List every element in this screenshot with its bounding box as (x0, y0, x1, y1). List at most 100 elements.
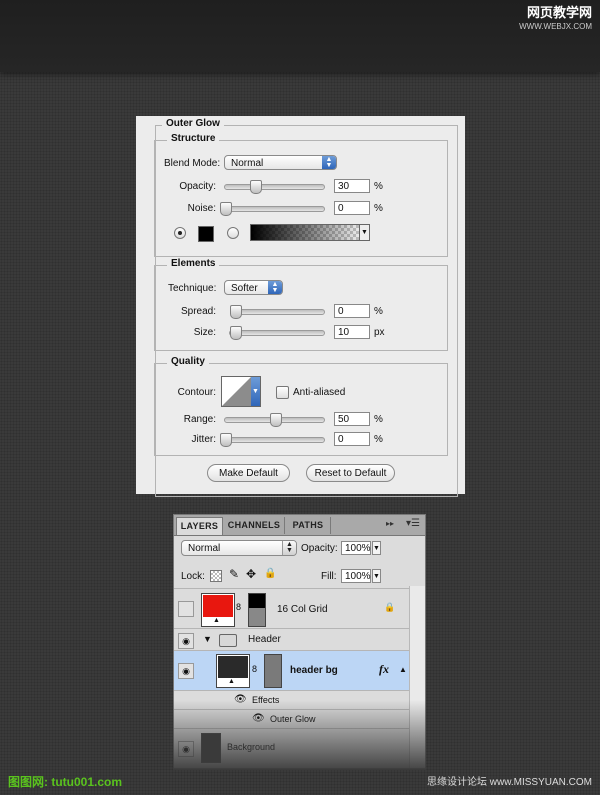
jitter-slider[interactable] (220, 433, 325, 447)
technique-select[interactable]: Softer ▲ ▼ (224, 280, 283, 295)
tab-layers[interactable]: LAYERS (176, 517, 223, 535)
technique-label: Technique: (168, 283, 217, 294)
tab-channels[interactable]: CHANNELS (224, 517, 285, 534)
range-label: Range: (183, 414, 216, 425)
layer-blend-mode-value: Normal (188, 543, 221, 554)
opacity-slider-thumb[interactable] (249, 180, 262, 194)
panel-menu-icon[interactable]: ▾☰ (406, 518, 420, 529)
outer-glow-title: Outer Glow (162, 118, 224, 129)
size-input[interactable]: 10 (334, 325, 370, 339)
watermark-bottom-left: 图图网: tutu001.com (8, 775, 123, 789)
layer-blend-mode-select[interactable]: Normal ▲ ▼ (181, 540, 297, 556)
noise-slider[interactable] (220, 202, 325, 216)
gradient-picker[interactable]: ▼ (250, 224, 370, 241)
tab-paths[interactable]: PATHS (286, 517, 331, 534)
layer-mask-thumbnail (264, 654, 282, 688)
watermark-top-right: 网页教学网 WWW.WEBJX.COM (519, 6, 592, 34)
panel-tabs: LAYERS CHANNELS PATHS ▸▸ ▾☰ (174, 515, 425, 536)
folder-icon (219, 634, 237, 647)
fill-input[interactable]: 100% (341, 569, 371, 583)
layer-name: Background (227, 742, 276, 752)
spread-input[interactable]: 0 (334, 304, 370, 318)
blend-mode-select[interactable]: Normal ▲ ▼ (224, 155, 337, 170)
jitter-label: Jitter: (191, 434, 216, 445)
range-input[interactable]: 50 (334, 412, 370, 426)
structure-legend: Structure (167, 133, 220, 144)
glow-color-swatch[interactable] (198, 226, 214, 242)
dark-color-swatch (218, 656, 248, 678)
jitter-input[interactable]: 0 (334, 432, 370, 446)
anti-aliased-checkbox[interactable] (276, 386, 289, 399)
layer-opacity-label: Opacity: (301, 543, 338, 554)
outer-glow-dialog: Outer Glow Structure Blend Mode: Normal … (136, 116, 465, 497)
technique-value: Softer (231, 283, 258, 294)
range-unit: % (374, 414, 383, 425)
updown-arrows-icon: ▲ ▼ (282, 541, 296, 555)
collapse-arrows-icon[interactable]: ▸▸ (386, 519, 394, 528)
layer-row-header-bg[interactable]: ◉ ▲ 8 header bg fx ▲ (174, 651, 410, 691)
jitter-unit: % (374, 434, 383, 445)
contour-curve-icon (222, 377, 251, 406)
collapse-triangle-icon[interactable]: ▲ (399, 665, 407, 674)
opacity-label: Opacity: (179, 181, 216, 192)
opacity-input[interactable]: 30 (334, 179, 370, 193)
layer-thumbnail: ▲ (201, 593, 235, 627)
blend-mode-label: Blend Mode: (164, 158, 221, 169)
jitter-slider-thumb[interactable] (220, 433, 232, 447)
eye-icon[interactable]: 👁 (234, 694, 247, 705)
expand-triangle-icon[interactable]: ▼ (203, 634, 212, 644)
range-slider[interactable] (224, 413, 325, 427)
layer-row-16-col-grid[interactable]: ▲ 8 16 Col Grid 🔒 (174, 588, 410, 629)
link-icon: 8 (236, 602, 242, 612)
contour-picker[interactable]: ▼ (221, 376, 261, 407)
chevron-down-icon[interactable]: ▼ (372, 541, 381, 555)
layer-thumbnail: ▲ (216, 654, 250, 688)
opacity-unit: % (374, 181, 383, 192)
chevron-down-icon[interactable]: ▼ (372, 569, 381, 583)
red-color-swatch (203, 595, 233, 617)
layer-row-header-group[interactable]: ◉ ▼ Header (174, 629, 410, 651)
size-slider-thumb[interactable] (229, 326, 242, 340)
lock-label: Lock: (181, 571, 205, 582)
gradient-radio[interactable] (227, 227, 239, 239)
top-bar: 网页教学网 WWW.WEBJX.COM (0, 0, 600, 72)
eye-icon[interactable]: ◉ (178, 741, 194, 757)
lock-transparent-icon[interactable] (210, 570, 222, 582)
layer-pointer-icon: ▲ (228, 678, 235, 685)
make-default-button[interactable]: Make Default (207, 464, 290, 482)
layer-row-effects[interactable]: 👁 Effects (174, 691, 410, 710)
eye-icon[interactable]: ◉ (178, 663, 194, 679)
lock-move-icon[interactable]: ✥ (246, 567, 256, 581)
solid-color-radio[interactable] (174, 227, 186, 239)
noise-input[interactable]: 0 (334, 201, 370, 215)
spread-slider[interactable] (230, 305, 325, 319)
anti-aliased-label: Anti-aliased (293, 387, 346, 398)
fx-icon[interactable]: fx (379, 662, 389, 677)
opacity-slider[interactable] (224, 180, 325, 194)
noise-unit: % (374, 203, 383, 214)
layers-panel: LAYERS CHANNELS PATHS ▸▸ ▾☰ Normal ▲ ▼ Op… (173, 514, 426, 769)
layer-opacity-input[interactable]: 100% (341, 541, 371, 555)
layer-name: 16 Col Grid (277, 604, 328, 615)
reset-to-default-button[interactable]: Reset to Default (306, 464, 395, 482)
spread-label: Spread: (180, 306, 216, 317)
updown-arrows-icon: ▲ ▼ (268, 281, 282, 294)
eye-icon[interactable]: 👁 (252, 713, 265, 724)
layer-pointer-icon: ▲ (213, 617, 220, 624)
spread-unit: % (374, 306, 383, 317)
size-slider[interactable] (229, 326, 325, 340)
eye-icon[interactable]: ◉ (178, 633, 194, 649)
layer-row-outer-glow[interactable]: 👁 Outer Glow (174, 710, 410, 729)
lock-all-icon[interactable]: 🔒 (264, 568, 276, 579)
chevron-down-icon: ▼ (251, 377, 260, 406)
chevron-down-icon: ▼ (359, 225, 369, 240)
lock-brush-icon[interactable]: ✎ (229, 567, 239, 581)
noise-slider-thumb[interactable] (220, 202, 232, 216)
layer-row-background[interactable]: ◉ Background (174, 729, 410, 768)
spread-slider-thumb[interactable] (230, 305, 242, 319)
lock-icon: 🔒 (384, 602, 396, 612)
visibility-toggle-off[interactable] (178, 601, 194, 617)
contour-label: Contour: (177, 387, 216, 398)
range-slider-thumb[interactable] (269, 413, 282, 427)
layers-scrollbar[interactable] (409, 586, 425, 768)
